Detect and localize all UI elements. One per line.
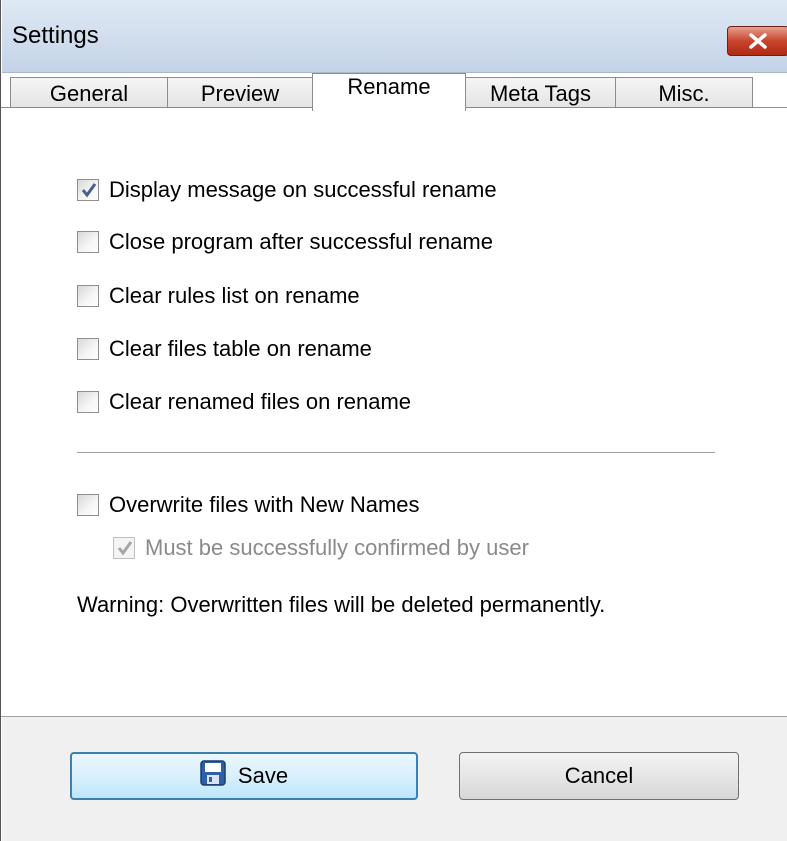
- checkbox-clear-rules[interactable]: [77, 285, 99, 307]
- option-label: Clear renamed files on rename: [109, 389, 412, 414]
- settings-window: Settings General Preview Rename Meta Tag…: [0, 0, 787, 841]
- check-mark-icon: [81, 183, 97, 198]
- tab-meta-tags[interactable]: Meta Tags: [465, 77, 616, 109]
- window-title: Settings: [12, 22, 99, 49]
- separator: [77, 452, 715, 453]
- option-clear-renamed-files[interactable]: Clear renamed files on rename: [77, 387, 411, 417]
- save-button-label: Save: [237, 763, 289, 788]
- cancel-button-label: Cancel: [564, 763, 634, 788]
- close-button[interactable]: [727, 26, 787, 56]
- title-bar: Settings: [2, 0, 787, 73]
- checkbox-overwrite-files[interactable]: [77, 494, 99, 516]
- close-icon: [749, 33, 767, 49]
- option-overwrite-files[interactable]: Overwrite files with New Names: [77, 490, 420, 520]
- tab-general[interactable]: General: [10, 77, 168, 109]
- option-label: Clear files table on rename: [109, 336, 372, 361]
- checkbox-confirm-by-user: [113, 537, 135, 559]
- save-button[interactable]: Save: [70, 752, 418, 800]
- checkbox-clear-files-table[interactable]: [77, 338, 99, 360]
- checkbox-clear-renamed-files[interactable]: [77, 391, 99, 413]
- check-mark-icon: [117, 541, 133, 556]
- warning-text: Warning: Overwritten files will be delet…: [77, 592, 606, 617]
- option-clear-files-table[interactable]: Clear files table on rename: [77, 334, 372, 364]
- checkbox-close-program[interactable]: [77, 231, 99, 253]
- option-label: Display message on successful rename: [109, 177, 497, 202]
- cancel-button[interactable]: Cancel: [459, 752, 739, 800]
- option-label: Clear rules list on rename: [109, 283, 360, 308]
- option-display-message[interactable]: Display message on successful rename: [77, 175, 497, 205]
- tab-misc[interactable]: Misc.: [615, 77, 753, 109]
- tab-preview[interactable]: Preview: [167, 77, 313, 109]
- option-label: Close program after successful rename: [109, 229, 493, 254]
- floppy-disk-icon: [200, 760, 226, 792]
- option-clear-rules[interactable]: Clear rules list on rename: [77, 281, 360, 311]
- tab-rename[interactable]: Rename: [312, 73, 466, 111]
- dialog-footer: Save Cancel: [2, 717, 787, 841]
- option-label: Must be successfully confirmed by user: [145, 535, 529, 560]
- checkbox-display-message[interactable]: [77, 179, 99, 201]
- option-confirm-by-user: Must be successfully confirmed by user: [113, 533, 529, 563]
- tab-strip: General Preview Rename Meta Tags Misc.: [2, 73, 787, 111]
- option-label: Overwrite files with New Names: [109, 492, 420, 517]
- option-close-program[interactable]: Close program after successful rename: [77, 227, 493, 257]
